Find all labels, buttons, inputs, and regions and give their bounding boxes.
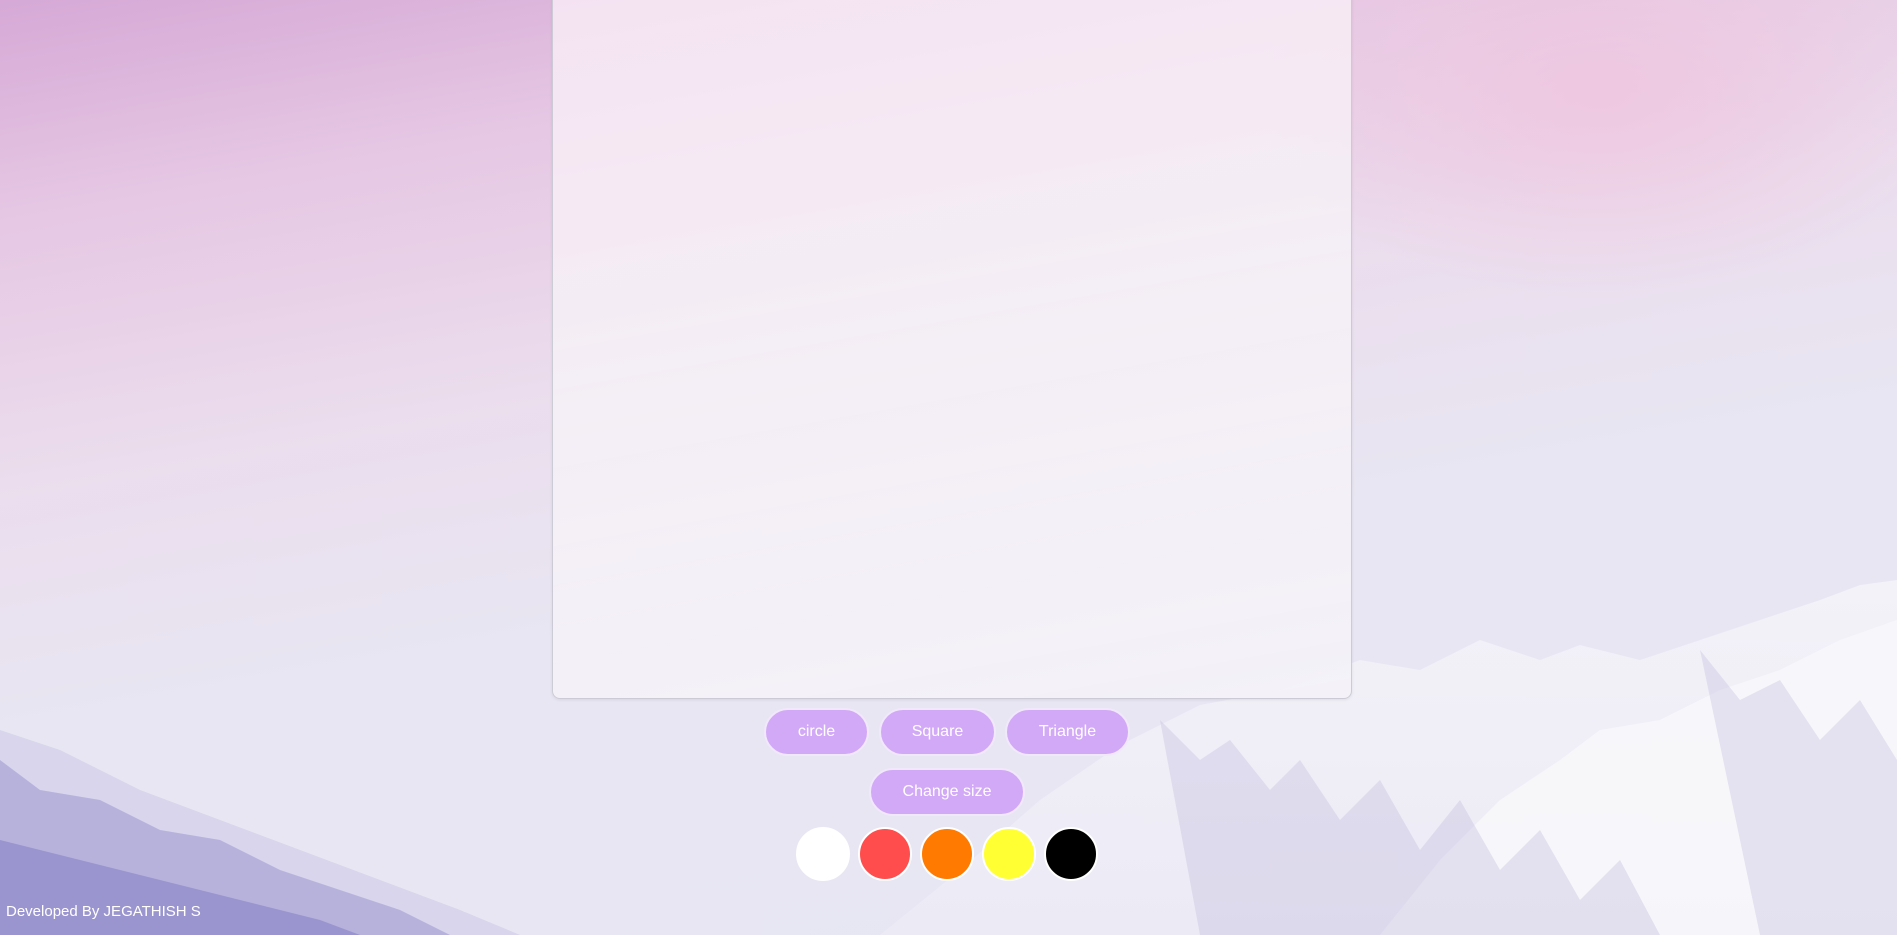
color-swatch-red[interactable] <box>858 827 912 881</box>
developer-credit: Developed By JEGATHISH S <box>6 903 201 920</box>
circle-shape-button[interactable]: circle <box>764 708 869 756</box>
color-swatch-yellow[interactable] <box>982 827 1036 881</box>
color-swatch-black[interactable] <box>1044 827 1098 881</box>
change-size-button[interactable]: Change size <box>869 768 1025 816</box>
color-swatch-white[interactable] <box>796 827 850 881</box>
square-shape-button[interactable]: Square <box>879 708 996 756</box>
color-swatch-orange[interactable] <box>920 827 974 881</box>
triangle-shape-button[interactable]: Triangle <box>1005 708 1130 756</box>
drawing-canvas[interactable] <box>552 0 1352 699</box>
